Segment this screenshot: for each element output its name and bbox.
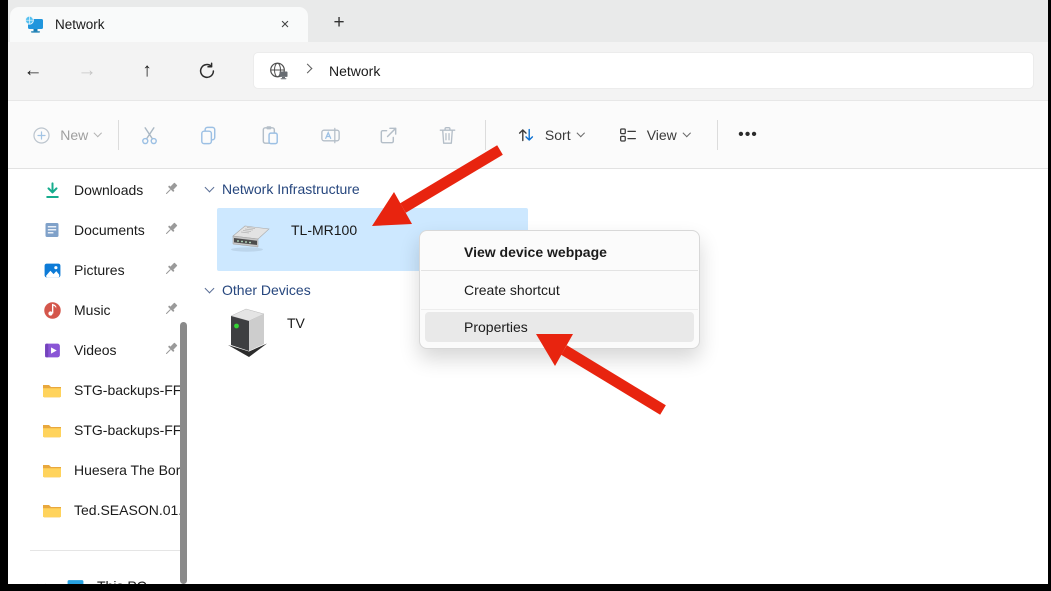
address-bar[interactable]: Network <box>253 52 1034 89</box>
sort-button[interactable]: Sort <box>504 115 594 155</box>
device-tile-tv[interactable]: TV <box>217 305 417 367</box>
sidebar-item-label: STG-backups-FF <box>74 382 182 398</box>
sidebar-divider <box>30 550 184 551</box>
sort-icon <box>518 128 534 142</box>
breadcrumb-location: Network <box>329 62 381 79</box>
downloads-icon <box>42 180 62 200</box>
new-plus-icon <box>33 126 50 144</box>
sidebar-item-this-pc[interactable]: This PC <box>8 566 196 584</box>
more-options-button[interactable]: ••• <box>726 115 770 155</box>
menu-item-view-device-webpage[interactable]: View device webpage <box>420 235 699 269</box>
new-button[interactable]: New <box>20 115 112 155</box>
share-icon <box>380 127 396 143</box>
refresh-icon <box>199 62 215 79</box>
music-icon <box>42 300 62 320</box>
menu-item-create-shortcut[interactable]: Create shortcut <box>420 272 699 308</box>
cut-icon <box>141 126 157 144</box>
sidebar-item-folder[interactable]: Huesera The Bor <box>8 450 196 490</box>
view-icon <box>619 128 636 142</box>
sidebar-scrollbar[interactable] <box>180 322 187 584</box>
toolbar-divider <box>717 120 718 150</box>
chevron-down-icon <box>36 579 47 584</box>
sidebar-item-label: STG-backups-FF <box>74 422 182 438</box>
rename-icon <box>320 127 340 143</box>
folder-icon <box>42 420 62 440</box>
sidebar-item-label: Huesera The Bor <box>74 462 181 478</box>
device-name: TL-MR100 <box>291 222 358 238</box>
sidebar-item-pictures[interactable]: Pictures <box>8 250 196 290</box>
chevron-down-icon <box>576 129 585 137</box>
chevron-down-icon <box>204 283 215 293</box>
chevron-down-icon <box>682 129 691 137</box>
command-toolbar: New Sort View ••• <box>8 100 1048 169</box>
chevron-down-icon <box>204 182 215 192</box>
new-tab-button[interactable]: + <box>324 9 354 37</box>
sidebar-item-music[interactable]: Music <box>8 290 196 330</box>
sort-button-label: Sort <box>544 127 571 143</box>
navigation-sidebar: Downloads Documents Pictures Music Video… <box>8 169 196 584</box>
file-explorer-window: Network × + ← → ↑ Network New Sort View … <box>8 0 1048 584</box>
copy-button[interactable] <box>186 115 230 155</box>
sidebar-item-folder[interactable]: STG-backups-FF <box>8 410 196 450</box>
router-device-icon <box>231 225 270 252</box>
sidebar-item-documents[interactable]: Documents <box>8 210 196 250</box>
this-pc-icon <box>65 576 85 584</box>
content-area: Downloads Documents Pictures Music Video… <box>8 169 1048 584</box>
delete-button[interactable] <box>425 115 469 155</box>
pushpin-icon <box>162 180 180 198</box>
chevron-down-icon <box>94 129 102 137</box>
sidebar-item-label: Ted.SEASON.01. <box>74 502 182 518</box>
refresh-button[interactable] <box>189 53 225 89</box>
menu-divider <box>421 309 698 310</box>
sidebar-item-videos[interactable]: Videos <box>8 330 196 370</box>
breadcrumb-chevron-icon <box>302 63 313 74</box>
paste-button[interactable] <box>248 115 292 155</box>
group-header-network-infrastructure[interactable]: Network Infrastructure <box>204 181 360 197</box>
device-name: TV <box>287 315 305 331</box>
back-button[interactable]: ← <box>15 53 51 89</box>
forward-button[interactable]: → <box>69 53 105 89</box>
network-devices-icon <box>24 15 43 33</box>
share-button[interactable] <box>366 115 410 155</box>
new-button-label: New <box>60 127 89 143</box>
up-button[interactable]: ↑ <box>129 53 165 89</box>
tab-network[interactable]: Network × <box>10 7 308 42</box>
delete-icon <box>439 126 455 144</box>
pictures-icon <box>42 260 62 280</box>
videos-icon <box>42 340 62 360</box>
pushpin-icon <box>162 260 180 278</box>
tab-close-icon[interactable]: × <box>272 12 298 38</box>
pushpin-icon <box>162 220 180 238</box>
documents-icon <box>42 220 62 240</box>
sidebar-item-downloads[interactable]: Downloads <box>8 170 196 210</box>
folder-icon <box>42 500 62 520</box>
tab-bar: Network × + <box>8 0 1048 42</box>
rename-button[interactable] <box>308 115 352 155</box>
pushpin-icon <box>162 340 180 358</box>
tab-title: Network <box>55 17 105 32</box>
tv-device-icon <box>228 308 267 357</box>
navigation-bar: ← → ↑ Network <box>8 42 1048 100</box>
menu-item-properties[interactable]: Properties <box>425 312 694 342</box>
toolbar-divider <box>485 120 486 150</box>
copy-icon <box>200 126 215 144</box>
screenshot-stage: Network × + ← → ↑ Network New Sort View … <box>0 0 1051 591</box>
view-button-label: View <box>646 127 677 143</box>
pushpin-icon <box>162 300 180 318</box>
menu-divider <box>421 270 698 271</box>
folder-icon <box>42 460 62 480</box>
toolbar-divider <box>118 120 119 150</box>
group-title: Network Infrastructure <box>222 181 360 197</box>
group-header-other-devices[interactable]: Other Devices <box>204 282 311 298</box>
view-button[interactable]: View <box>606 115 700 155</box>
folder-icon <box>42 380 62 400</box>
paste-icon <box>262 125 278 144</box>
sidebar-item-folder[interactable]: Ted.SEASON.01. <box>8 490 196 530</box>
network-globe-icon <box>270 62 288 79</box>
cut-button[interactable] <box>127 115 171 155</box>
sidebar-item-folder[interactable]: STG-backups-FF <box>8 370 196 410</box>
group-title: Other Devices <box>222 282 311 298</box>
context-menu: View device webpage Create shortcut Prop… <box>419 230 700 349</box>
